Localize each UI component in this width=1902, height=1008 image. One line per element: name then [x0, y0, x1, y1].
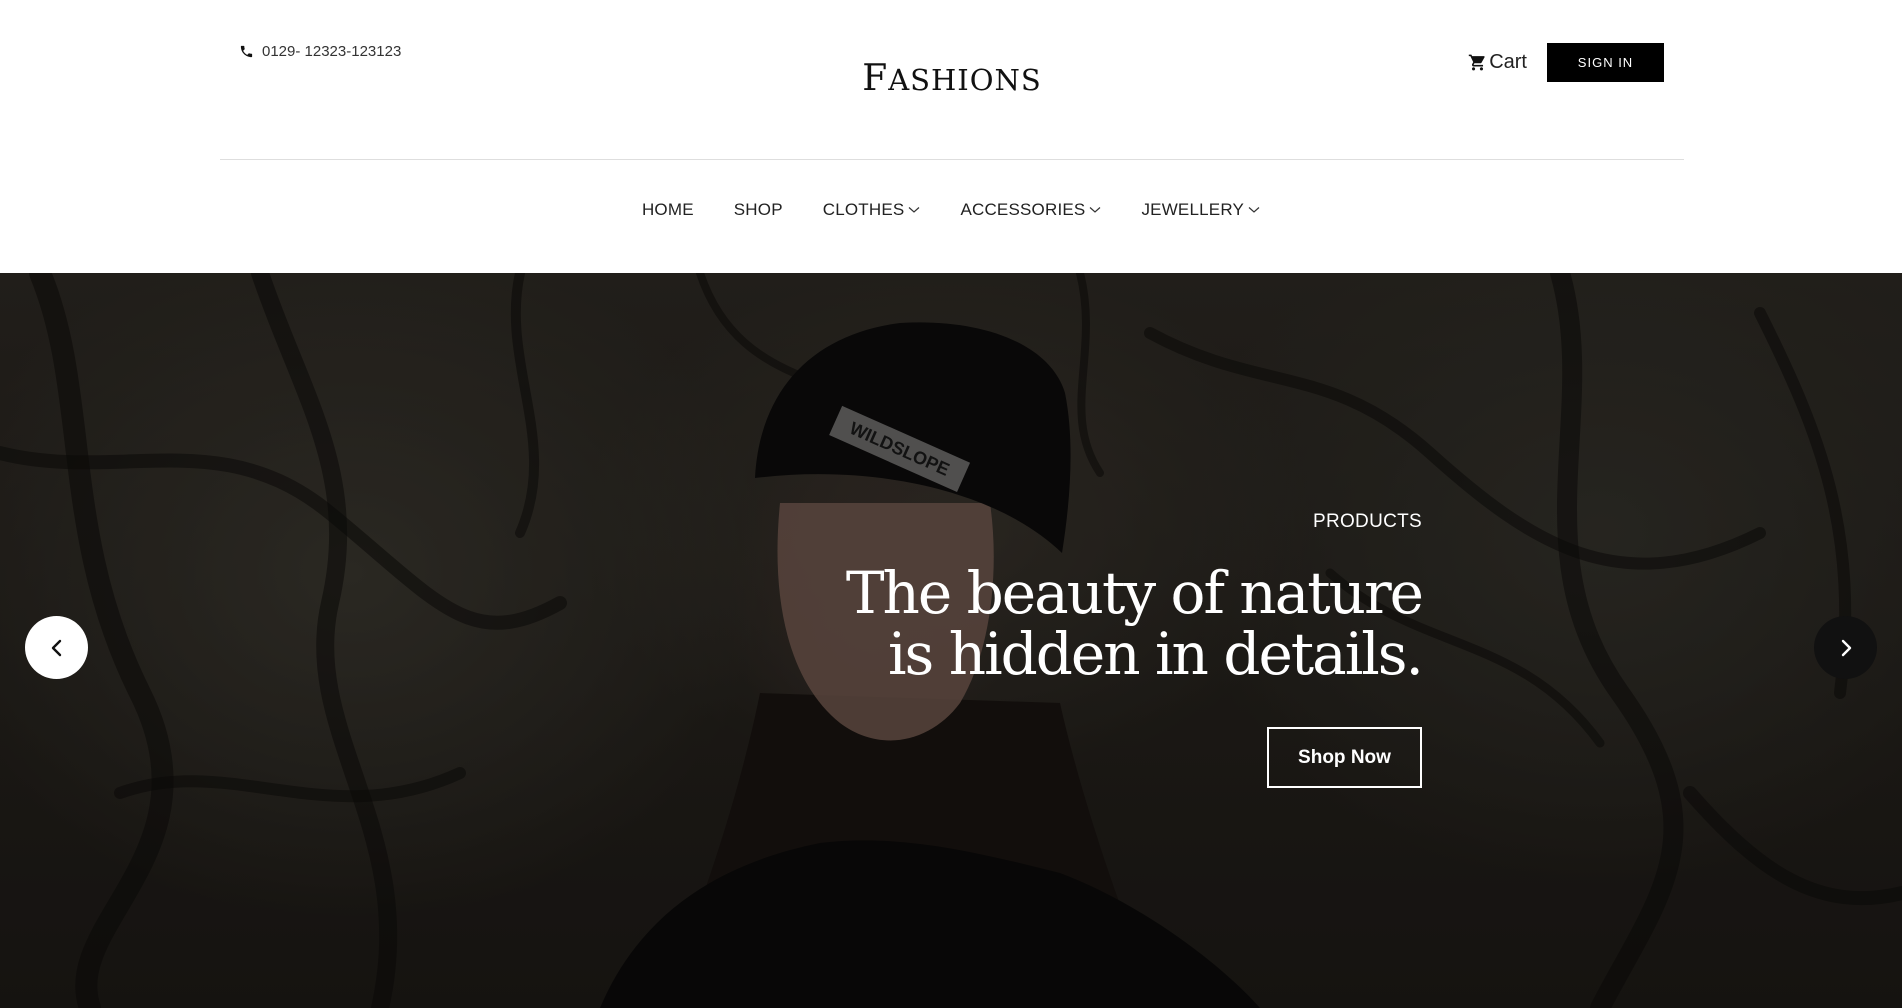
chevron-down-icon [1089, 206, 1101, 214]
nav-item-label: CLOTHES [822, 200, 905, 219]
nav-item-label: SHOP [733, 200, 783, 219]
header-top: 0129- 12323-123123 FASHIONS Cart SIGN IN [220, 0, 1684, 160]
logo-rest: ASHIONS [888, 63, 1042, 97]
chevron-down-icon [1248, 206, 1260, 214]
hero-title-line1: The beauty of nature [845, 559, 1424, 627]
chevron-down-icon [908, 206, 920, 214]
hero-slider: WILDSLOPE PRODUCTS The beauty of nature … [0, 273, 1902, 1008]
hero-eyebrow: PRODUCTS [1312, 511, 1422, 532]
header-divider [220, 159, 1684, 160]
phone-icon [239, 44, 254, 59]
cart-link[interactable]: Cart [1468, 51, 1527, 74]
header-actions: Cart SIGN IN [1468, 43, 1664, 82]
nav-list: HOME SHOP CLOTHES ACCESSORIES JEWELLERY [642, 200, 1260, 220]
cart-label: Cart [1489, 51, 1527, 73]
logo-first-letter: F [862, 58, 889, 99]
nav-item-jewellery[interactable]: JEWELLERY [1141, 200, 1260, 220]
cart-icon [1468, 53, 1487, 72]
sign-in-button[interactable]: SIGN IN [1547, 43, 1664, 82]
site-logo[interactable]: FASHIONS [220, 58, 1684, 99]
nav-item-shop[interactable]: SHOP [734, 200, 783, 220]
hero-title-line2: is hidden in details. [887, 620, 1424, 688]
nav-item-label: ACCESSORIES [960, 200, 1086, 219]
carousel-next-button[interactable] [1814, 616, 1877, 679]
nav-item-accessories[interactable]: ACCESSORIES [960, 200, 1101, 220]
hero-title: The beauty of nature is hidden in detail… [722, 563, 1424, 688]
main-nav: HOME SHOP CLOTHES ACCESSORIES JEWELLERY [0, 200, 1902, 220]
nav-item-label: JEWELLERY [1141, 200, 1245, 219]
chevron-right-icon [1836, 638, 1856, 658]
chevron-left-icon [47, 638, 67, 658]
nav-item-label: HOME [641, 200, 694, 219]
site-header: 0129- 12323-123123 FASHIONS Cart SIGN IN… [0, 0, 1902, 273]
shop-now-button[interactable]: Shop Now [1267, 727, 1422, 788]
nav-item-clothes[interactable]: CLOTHES [823, 200, 921, 220]
nav-item-home[interactable]: HOME [642, 200, 694, 220]
carousel-prev-button[interactable] [25, 616, 88, 679]
